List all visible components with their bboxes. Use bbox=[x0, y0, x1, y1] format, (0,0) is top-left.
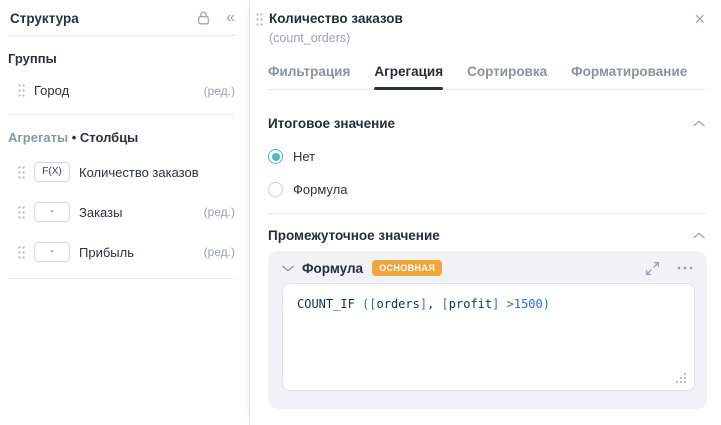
chevron-up-icon[interactable] bbox=[691, 230, 707, 241]
title-separator: • bbox=[68, 130, 80, 145]
edit-link[interactable]: (ред.) bbox=[204, 245, 235, 259]
item-label: Заказы bbox=[79, 204, 123, 220]
tab-aggregation[interactable]: Агрегация bbox=[374, 59, 443, 90]
item-label: Количество заказов bbox=[79, 164, 199, 180]
lock-icon[interactable] bbox=[196, 10, 211, 26]
panel-subtitle: (count_orders) bbox=[269, 31, 351, 45]
sidebar-item-kolichestvo-zakazov[interactable]: F(X) Количество заказов bbox=[0, 152, 249, 192]
radio-unselected-icon[interactable] bbox=[268, 182, 283, 197]
primary-badge: ОСНОВНАЯ bbox=[372, 260, 443, 276]
sidebar-header-icons: « bbox=[196, 10, 235, 26]
expand-icon[interactable] bbox=[645, 261, 660, 276]
sidebar-item-pribyl[interactable]: - Прибыль (ред.) bbox=[0, 232, 249, 272]
aggregates-section-title: Агрегаты • Столбцы bbox=[0, 115, 249, 152]
sidebar-header: Структура « bbox=[0, 8, 249, 35]
aggregation-type-badge[interactable]: F(X) bbox=[34, 162, 70, 182]
intermediate-value-title: Промежуточное значение bbox=[268, 228, 440, 243]
groups-section-title: Группы bbox=[8, 51, 57, 66]
formula-card-title: Формула bbox=[302, 260, 364, 276]
aggregates-label: Агрегаты bbox=[8, 130, 69, 145]
drag-handle-icon[interactable] bbox=[18, 245, 25, 259]
field-settings-panel: Количество заказов (count_orders) × Филь… bbox=[250, 0, 721, 425]
panel-titles: Количество заказов (count_orders) bbox=[269, 10, 692, 46]
radio-selected-icon[interactable] bbox=[268, 149, 283, 164]
edit-link[interactable]: (ред.) bbox=[204, 84, 235, 98]
radio-option-net[interactable]: Нет bbox=[268, 149, 707, 164]
settings-tabs: Фильтрация Агрегация Сортировка Форматир… bbox=[268, 59, 707, 90]
radio-label: Формула bbox=[293, 182, 348, 197]
groups-section: Группы Город (ред.) bbox=[0, 36, 249, 114]
formula-card-actions bbox=[645, 261, 695, 276]
panel-title: Количество заказов bbox=[269, 11, 403, 26]
aggregation-type-badge[interactable]: - bbox=[34, 202, 70, 222]
columns-label: Столбцы bbox=[79, 130, 139, 145]
radio-option-formula[interactable]: Формула bbox=[268, 182, 707, 197]
aggregation-type-badge[interactable]: - bbox=[34, 242, 70, 262]
drag-handle-icon[interactable] bbox=[18, 165, 25, 179]
tab-sorting[interactable]: Сортировка bbox=[467, 59, 547, 89]
radio-label: Нет bbox=[293, 149, 316, 164]
sidebar-divider bbox=[8, 278, 235, 279]
formula-code-editor[interactable]: COUNT_IF ([orders], [profit] >1500) bbox=[282, 283, 695, 391]
formula-card: Формула ОСНОВНАЯ COUNT_IF ([orders], [pr… bbox=[268, 251, 707, 409]
tab-filtration[interactable]: Фильтрация bbox=[268, 59, 350, 89]
total-value-title: Итоговое значение bbox=[268, 116, 396, 131]
sidebar-item-gorod[interactable]: Город (ред.) bbox=[0, 73, 249, 108]
collapse-sidebar-icon[interactable]: « bbox=[226, 10, 235, 26]
sidebar-item-zakazy[interactable]: - Заказы (ред.) bbox=[0, 192, 249, 232]
structure-sidebar: Структура « Группы Город (ред.) Агрегаты… bbox=[0, 0, 250, 425]
sidebar-title: Структура bbox=[10, 10, 79, 26]
total-value-section-header: Итоговое значение bbox=[268, 116, 707, 131]
intermediate-value-section-header: Промежуточное значение bbox=[268, 228, 707, 243]
resize-grip-icon[interactable] bbox=[676, 373, 687, 384]
tab-formatting[interactable]: Форматирование bbox=[571, 59, 687, 89]
drag-handle-icon[interactable] bbox=[18, 84, 25, 97]
formula-code-line: COUNT_IF ([orders], [profit] >1500) bbox=[297, 297, 550, 311]
item-label: Прибыль bbox=[79, 244, 134, 260]
more-menu-icon[interactable] bbox=[677, 266, 693, 270]
drag-handle-icon[interactable] bbox=[256, 13, 263, 26]
app-root: Структура « Группы Город (ред.) Агрегаты… bbox=[0, 0, 721, 425]
formula-card-header: Формула ОСНОВНАЯ bbox=[282, 260, 695, 276]
chevron-down-icon[interactable] bbox=[282, 265, 294, 272]
panel-header: Количество заказов (count_orders) × bbox=[256, 10, 707, 46]
close-icon[interactable]: × bbox=[692, 10, 707, 28]
chevron-up-icon[interactable] bbox=[691, 118, 707, 129]
section-divider bbox=[268, 213, 707, 214]
aggregates-section: Агрегаты • Столбцы F(X) Количество заказ… bbox=[0, 115, 249, 278]
edit-link[interactable]: (ред.) bbox=[204, 205, 235, 219]
item-label: Город bbox=[34, 83, 70, 98]
drag-handle-icon[interactable] bbox=[18, 205, 25, 219]
